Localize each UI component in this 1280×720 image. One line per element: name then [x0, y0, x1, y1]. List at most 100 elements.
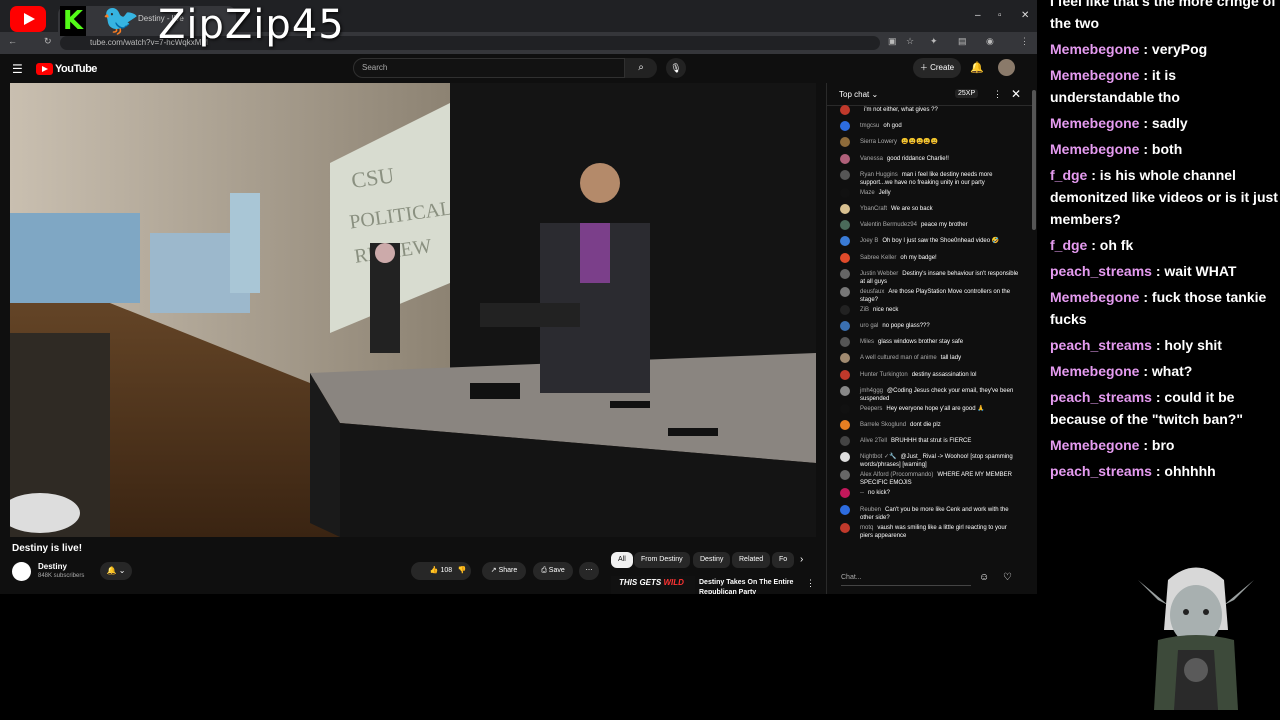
chat-author-avatar[interactable]	[840, 105, 850, 115]
chip-related[interactable]: Related	[732, 552, 771, 568]
youtube-logo-icon[interactable]	[36, 63, 53, 75]
dislike-icon[interactable]: 👎	[453, 562, 471, 580]
chat-author-avatar[interactable]	[840, 268, 850, 279]
chat-author-avatar[interactable]	[840, 204, 850, 214]
chat-author-name[interactable]: Miles	[860, 339, 874, 345]
browser-menu-icon[interactable]: ⋮	[1020, 36, 1029, 47]
chat-author-name[interactable]: Sabree Keller	[860, 255, 896, 261]
chat-author-avatar[interactable]	[840, 488, 850, 499]
stream-chat-text: bro	[1151, 437, 1175, 453]
chat-author-avatar[interactable]	[840, 286, 850, 297]
chip-destiny[interactable]: Destiny	[693, 552, 731, 568]
chat-message-list[interactable]: i'm not either, what gives ?? tmgcsu oh go…	[827, 105, 1032, 563]
chat-author-avatar[interactable]	[840, 420, 850, 430]
chat-author-avatar[interactable]	[840, 121, 850, 132]
back-icon[interactable]: ←	[8, 36, 17, 46]
chat-author-name[interactable]: Alive 2Tell	[860, 438, 887, 444]
chat-author-name[interactable]: Reuben	[860, 507, 881, 513]
chat-author-name[interactable]: jmh4ggg	[860, 388, 883, 394]
subscribe-bell-button[interactable]: 🔔 ⌄	[100, 562, 132, 580]
more-actions-icon[interactable]: ⋯	[579, 562, 599, 580]
menu-icon[interactable]: ☰	[12, 62, 23, 76]
chat-author-name[interactable]: Ryan Huggins	[860, 172, 898, 178]
chat-author-name[interactable]: Joey B	[860, 238, 878, 244]
chat-author-avatar[interactable]	[840, 504, 850, 515]
chat-author-name[interactable]: Barrele Skoglund	[860, 422, 906, 428]
chat-author-avatar[interactable]	[840, 304, 850, 315]
chat-author-name[interactable]: Nightbot ✓🔧	[860, 454, 897, 460]
chat-author-avatar[interactable]	[840, 353, 850, 364]
chat-author-avatar[interactable]	[840, 252, 850, 263]
chat-author-name[interactable]: Maze	[860, 190, 875, 196]
rec-more-icon[interactable]: ⋮	[806, 578, 815, 589]
microphone-icon[interactable]: 🎙	[666, 58, 686, 78]
save-button[interactable]: ⎙ Save	[533, 562, 573, 580]
chat-author-name[interactable]: A well cultured man of anime	[860, 355, 937, 361]
profile-icon[interactable]: ◉	[986, 36, 994, 47]
channel-avatar[interactable]	[12, 562, 31, 581]
chat-author-avatar[interactable]	[840, 385, 850, 396]
sidebar-icon[interactable]: ▤	[958, 36, 967, 47]
chat-author-avatar[interactable]	[840, 436, 850, 447]
heart-icon[interactable]: ♡	[1003, 572, 1012, 583]
chat-author-avatar[interactable]	[840, 337, 850, 348]
xp-badge[interactable]: 25XP	[955, 89, 979, 98]
chat-author-avatar[interactable]	[840, 153, 850, 164]
maximize-icon[interactable]: ▫	[998, 10, 1002, 21]
cast-icon[interactable]: ▣	[888, 36, 897, 47]
extensions-icon[interactable]: ✦	[930, 36, 938, 47]
youtube-wordmark[interactable]: YouTube	[55, 63, 97, 75]
minimize-icon[interactable]: –	[975, 10, 981, 21]
chip-from-destiny[interactable]: From Destiny	[634, 552, 690, 568]
chat-author-avatar[interactable]	[840, 369, 850, 380]
chat-author-avatar[interactable]	[840, 236, 850, 247]
chat-author-avatar[interactable]	[840, 321, 850, 331]
scrollbar[interactable]	[1032, 90, 1036, 230]
bookmark-star-icon[interactable]: ☆	[906, 36, 914, 47]
video-player[interactable]: CSU POLITICAL REVIEW	[10, 83, 816, 537]
close-window-icon[interactable]: ✕	[1021, 10, 1029, 21]
chat-mode-selector[interactable]: Top chat ⌄	[839, 90, 878, 99]
chat-author-name[interactable]: Alex Alford (Procommando)	[860, 472, 933, 478]
chip-all[interactable]: All	[611, 552, 633, 568]
chat-author-name[interactable]: uro gal	[860, 323, 878, 329]
chat-author-name[interactable]: tmgcsu	[860, 123, 879, 129]
chat-author-name[interactable]: ZiB	[860, 307, 869, 313]
create-button[interactable]: ＋ Create	[913, 58, 961, 78]
chat-author-avatar[interactable]	[840, 403, 850, 414]
chat-author-name[interactable]: Justin Webber	[860, 271, 898, 277]
chat-author-name[interactable]: YbanCraft	[860, 206, 887, 212]
chat-author-avatar[interactable]	[840, 220, 850, 231]
chat-author-name[interactable]: Valentin Bermudez94	[860, 222, 917, 228]
close-icon[interactable]: ✕	[1011, 87, 1021, 101]
reload-icon[interactable]: ↻	[44, 36, 52, 47]
chat-author-avatar[interactable]	[840, 137, 850, 148]
chevron-right-icon[interactable]: ›	[800, 554, 803, 565]
share-button[interactable]: ↗ Share	[482, 562, 526, 580]
recommended-thumbnail[interactable]: THIS GETS WILD	[611, 576, 695, 594]
account-avatar[interactable]	[998, 59, 1015, 76]
chat-author-name[interactable]: Hunter Turkington	[860, 372, 908, 378]
chat-author-avatar[interactable]	[840, 470, 850, 481]
chip-fo[interactable]: Fo	[772, 552, 795, 568]
notifications-bell-icon[interactable]: 🔔	[970, 61, 984, 74]
chat-author-avatar[interactable]	[840, 522, 850, 533]
search-input[interactable]: Search	[353, 58, 625, 78]
emoji-icon[interactable]: ☺	[979, 572, 989, 583]
search-icon[interactable]: ⌕	[625, 58, 657, 78]
live-chat-panel: Top chat ⌄ 25XP ⋮ ✕ i'm not either, what…	[826, 83, 1032, 594]
chat-author-avatar[interactable]	[840, 187, 850, 198]
chat-more-icon[interactable]: ⋮	[993, 89, 1002, 100]
chat-author-name[interactable]: Sierra Lowery	[860, 139, 897, 145]
recommended-title[interactable]: Destiny Takes On The Entire Republican P…	[699, 578, 794, 594]
chat-author-name[interactable]: motq	[860, 525, 873, 531]
channel-name[interactable]: Destiny	[38, 562, 67, 571]
chat-author-avatar[interactable]	[840, 452, 850, 463]
chat-author-name[interactable]: --	[860, 490, 864, 496]
thumbnail-text-accent: WILD	[663, 578, 684, 587]
chat-author-name[interactable]: Vanessa	[860, 156, 883, 162]
chat-author-name[interactable]: deusfaux	[860, 289, 884, 295]
chat-input[interactable]: Chat...	[841, 571, 971, 586]
chat-author-avatar[interactable]	[840, 169, 850, 180]
chat-author-name[interactable]: Peepers	[860, 406, 882, 412]
